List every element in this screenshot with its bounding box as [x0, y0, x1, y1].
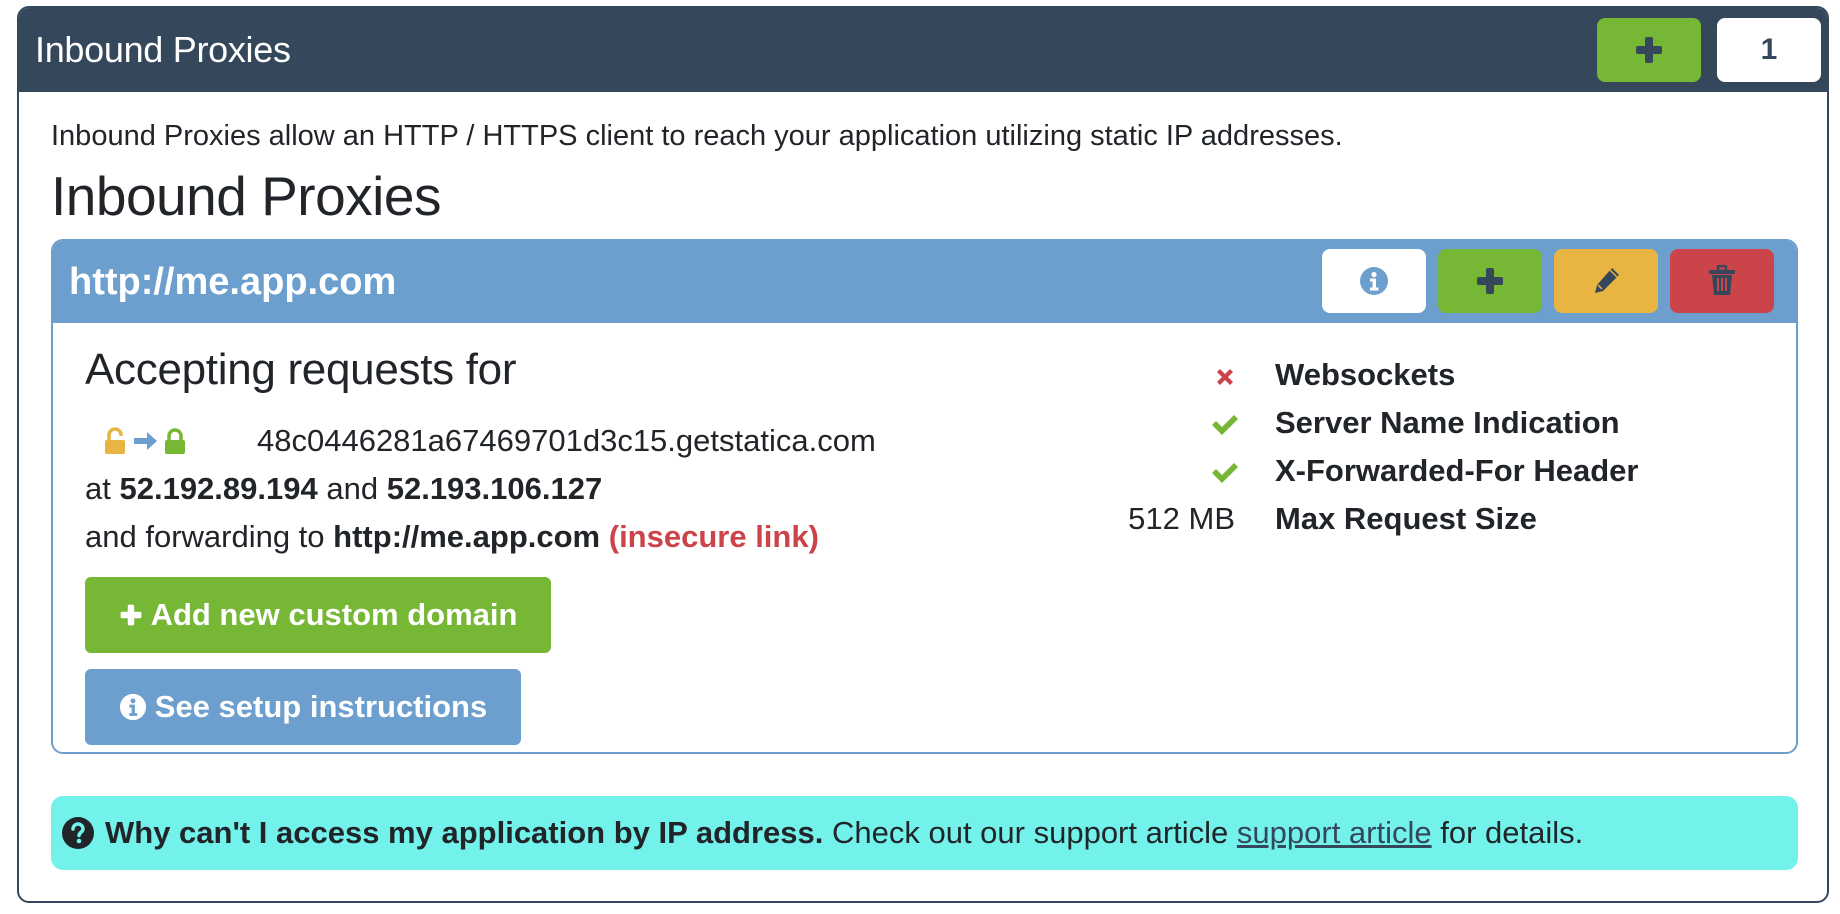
support-article-link[interactable]: support article [1237, 815, 1432, 851]
add-custom-domain-button[interactable]: Add new custom domain [85, 577, 551, 653]
proxy-card: http://me.app.com Accepting requests for… [51, 239, 1798, 754]
ip-access-alert: Why can't I access my application by IP … [51, 796, 1798, 870]
trash-icon [1709, 265, 1735, 295]
add-custom-domain-label: Add new custom domain [150, 597, 518, 632]
pencil-icon [1595, 268, 1619, 293]
unlock-icon [105, 427, 125, 454]
max-request-size-value: 512 MB [1128, 501, 1235, 536]
forward-prefix: and forwarding to [85, 519, 325, 554]
forward-target: http://me.app.com [333, 519, 601, 554]
inbound-proxies-panel: Inbound Proxies 1 Inbound Proxies allow … [17, 6, 1829, 903]
feature-xff: X-Forwarded-For Header [1275, 453, 1639, 488]
section-heading: Inbound Proxies [51, 165, 442, 227]
feature-websockets: Websockets [1275, 357, 1456, 392]
panel-description: Inbound Proxies allow an HTTP / HTTPS cl… [51, 120, 1343, 152]
accepting-requests-title: Accepting requests for [85, 345, 517, 394]
setup-instructions-label: See setup instructions [154, 689, 488, 724]
question-circle-icon [62, 817, 94, 849]
ip-address-1: 52.192.89.194 [119, 471, 318, 506]
proxy-edit-button[interactable] [1554, 249, 1658, 313]
plus-icon [120, 604, 141, 626]
proxy-domain: 48c0446281a67469701d3c15.getstatica.com [257, 423, 876, 458]
info-circle-icon [119, 693, 146, 721]
alert-suffix: for details. [1440, 815, 1584, 850]
proxy-info-button[interactable] [1322, 249, 1426, 313]
insecure-link-warning: (insecure link) [608, 519, 819, 554]
proxy-add-button[interactable] [1438, 249, 1542, 313]
ips-prefix: at [85, 471, 111, 506]
feature-max-request-size: Max Request Size [1275, 501, 1537, 536]
lock-icon [165, 428, 185, 454]
check-icon [1205, 455, 1245, 491]
tls-icons [103, 427, 187, 455]
proxy-ip-addresses: at 52.192.89.194 and 52.193.106.127 [85, 471, 602, 507]
proxy-count-badge: 1 [1717, 18, 1821, 82]
add-proxy-button[interactable] [1597, 18, 1701, 82]
check-icon [1205, 407, 1245, 443]
ips-joiner: and [326, 471, 379, 506]
ip-address-2: 52.193.106.127 [386, 471, 603, 506]
arrow-right-icon [134, 432, 157, 450]
plus-icon [1477, 268, 1503, 294]
proxy-delete-button[interactable] [1670, 249, 1774, 313]
proxy-card-header: http://me.app.com [53, 241, 1796, 323]
feature-sni: Server Name Indication [1275, 405, 1620, 440]
setup-instructions-button[interactable]: See setup instructions [85, 669, 521, 745]
alert-bold-text: Why can't I access my application by IP … [105, 815, 824, 850]
info-circle-icon [1360, 267, 1388, 295]
x-icon [1205, 359, 1245, 395]
panel-title: Inbound Proxies [35, 29, 291, 70]
panel-header: Inbound Proxies 1 [19, 8, 1827, 92]
forwarding-line: and forwarding to http://me.app.com (ins… [85, 519, 819, 555]
proxy-title: http://me.app.com [69, 261, 397, 303]
alert-text: Check out our support article [831, 815, 1229, 850]
plus-icon [1636, 37, 1662, 63]
